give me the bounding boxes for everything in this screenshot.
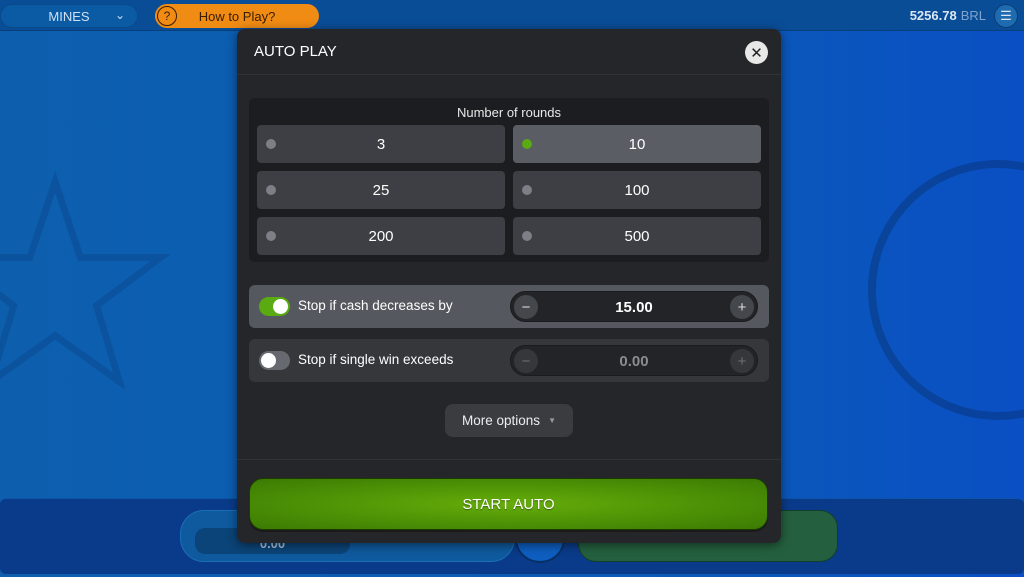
stop-win-stepper: 0.00 − + [510, 345, 758, 376]
stop-win-label: Stop if single win exceeds [298, 352, 454, 367]
round-label: 200 [368, 227, 394, 245]
stop-single-win-row: Stop if single win exceeds 0.00 − + [249, 339, 769, 382]
hamburger-icon: ☰ [1000, 8, 1012, 23]
how-to-play-label: How to Play? [198, 8, 276, 24]
toggle-knob [261, 353, 276, 368]
radio-dot-icon [266, 231, 276, 241]
chevron-down-icon: ⌄ [114, 8, 125, 22]
more-options-button[interactable]: More options ▼ [445, 404, 573, 437]
top-bar: MINES ⌄ ? How to Play? 5256.78 BRL ☰ [0, 0, 1024, 31]
game-selector[interactable]: MINES ⌄ [0, 4, 138, 28]
increment-button[interactable]: + [730, 295, 754, 319]
rounds-panel: Number of rounds 3 10 25 100 200 500 [249, 98, 769, 262]
balance-amount: 5256.78 [909, 8, 957, 23]
decrement-button[interactable]: − [514, 295, 538, 319]
round-option-10[interactable]: 10 [513, 125, 761, 163]
round-label: 25 [372, 181, 390, 199]
radio-dot-icon [522, 231, 532, 241]
currency: BRL [960, 8, 986, 23]
caret-down-icon: ▼ [548, 416, 556, 425]
how-to-play-button[interactable]: ? How to Play? [155, 4, 319, 28]
round-label: 3 [376, 135, 386, 153]
game-name: MINES [48, 8, 90, 24]
stop-cash-stepper: 15.00 − + [510, 291, 758, 322]
plus-icon: + [737, 352, 747, 370]
radio-dot-icon [266, 185, 276, 195]
modal-title: AUTO PLAY [254, 43, 337, 60]
stop-win-value: 0.00 [619, 353, 649, 370]
start-auto-button[interactable]: START AUTO [249, 478, 768, 530]
round-label: 10 [628, 135, 646, 153]
radio-dot-icon [522, 185, 532, 195]
stop-cash-value[interactable]: 15.00 [511, 299, 757, 316]
round-option-500[interactable]: 500 [513, 217, 761, 255]
minus-icon: − [521, 352, 531, 370]
plus-icon: + [737, 298, 747, 316]
round-label: 100 [624, 181, 650, 199]
close-icon: ✕ [750, 44, 763, 62]
toggle-knob [273, 299, 288, 314]
balance: 5256.78 BRL [910, 8, 986, 23]
round-option-3[interactable]: 3 [257, 125, 505, 163]
auto-play-modal: AUTO PLAY ✕ Number of rounds 3 10 25 100… [237, 29, 781, 543]
divider [237, 459, 781, 460]
stop-cash-decrease-row: Stop if cash decreases by 15.00 − + [249, 285, 769, 328]
close-button[interactable]: ✕ [745, 41, 768, 64]
stop-cash-toggle[interactable] [259, 297, 290, 316]
radio-dot-icon [522, 139, 532, 149]
stop-cash-label: Stop if cash decreases by [298, 298, 453, 313]
round-option-100[interactable]: 100 [513, 171, 761, 209]
round-label: 500 [624, 227, 650, 245]
star-decoration-icon [0, 170, 170, 391]
round-option-25[interactable]: 25 [257, 171, 505, 209]
question-icon: ? [157, 6, 177, 26]
decrement-button: − [514, 349, 538, 373]
minus-icon: − [521, 298, 531, 316]
more-options-label: More options [462, 413, 541, 428]
modal-header: AUTO PLAY ✕ [237, 29, 781, 75]
increment-button: + [730, 349, 754, 373]
stop-win-toggle[interactable] [259, 351, 290, 370]
round-option-200[interactable]: 200 [257, 217, 505, 255]
menu-button[interactable]: ☰ [994, 4, 1018, 28]
rounds-title: Number of rounds [456, 105, 562, 120]
radio-dot-icon [266, 139, 276, 149]
mine-decoration-icon [868, 160, 1024, 420]
